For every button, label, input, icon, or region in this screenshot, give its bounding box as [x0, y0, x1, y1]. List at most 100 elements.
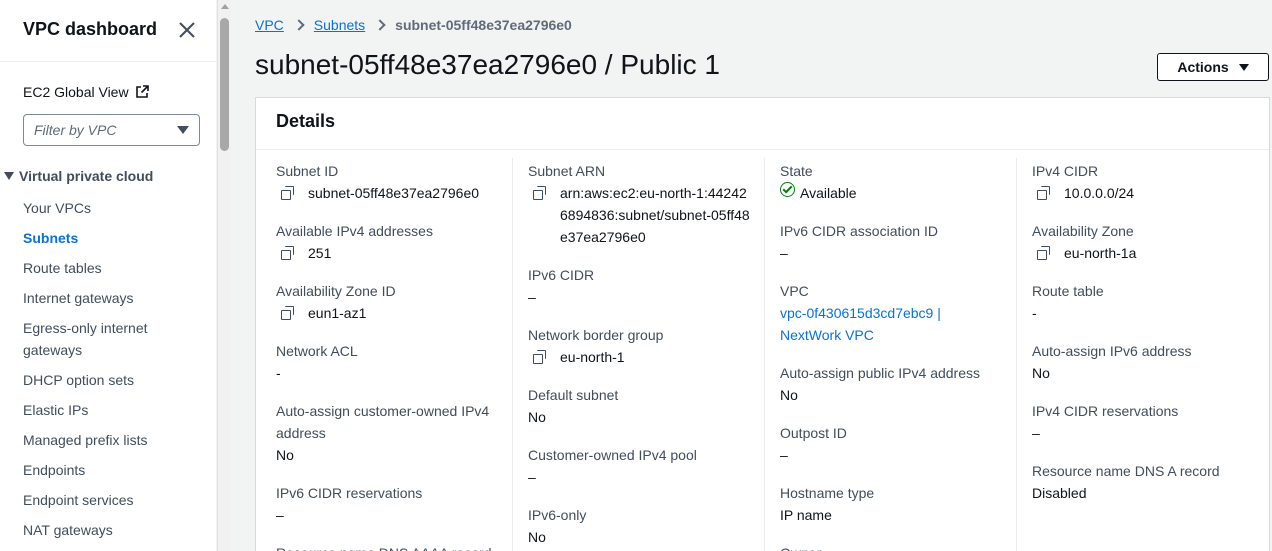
field-value: No — [276, 447, 294, 463]
field-ipv6-cidr-reservations: IPv6 CIDR reservations – — [276, 482, 506, 526]
field-value: eu-north-1a — [1064, 245, 1137, 261]
sidebar-item-managed-prefix-lists[interactable]: Managed prefix lists — [23, 429, 173, 451]
field-label: Resource name DNS A record — [1032, 463, 1220, 479]
field-value-row: 10.0.0.0/24 — [1032, 182, 1262, 204]
field-value: - — [1032, 305, 1037, 321]
field-value: No — [528, 529, 546, 545]
sidebar-item-dhcp-option-sets[interactable]: DHCP option sets — [23, 369, 173, 391]
field-value: arn:aws:ec2:eu-north-1:442426894836:subn… — [560, 185, 750, 245]
field-value-row: eu-north-1 — [528, 346, 758, 368]
sidebar-item-your-vpcs[interactable]: Your VPCs — [23, 197, 173, 219]
field-label: Auto-assign IPv6 address — [1032, 343, 1192, 359]
section-toggle-virtual-private-cloud[interactable]: Virtual private cloud — [4, 168, 153, 184]
breadcrumb-current: subnet-05ff48e37ea2796e0 — [395, 17, 572, 33]
field-label: Outpost ID — [780, 425, 847, 441]
field-state: State Available — [780, 160, 1010, 204]
copy-icon[interactable] — [281, 246, 295, 260]
field-owner: Owner — [780, 542, 1010, 551]
field-value: – — [528, 289, 536, 305]
details-header: Details — [256, 98, 1269, 150]
field-ipv6-cidr-association-id: IPv6 CIDR association ID – — [780, 220, 1010, 264]
sidebar-item-endpoints[interactable]: Endpoints — [23, 459, 173, 481]
field-label: Owner — [780, 542, 1010, 551]
field-label: Hostname type — [780, 485, 875, 501]
copy-icon[interactable] — [533, 350, 547, 364]
page-title: subnet-05ff48e37ea2796e0 / Public 1 — [255, 49, 720, 80]
field-subnet-id: Subnet ID subnet-05ff48e37ea2796e0 — [276, 160, 506, 204]
field-label: Network border group — [528, 327, 664, 343]
field-vpc: VPC vpc-0f430615d3cd7ebc9 | NextWork VPC — [780, 280, 980, 346]
sidebar-title: VPC dashboard — [23, 19, 158, 39]
field-label: IPv6-only — [528, 507, 587, 523]
breadcrumb-vpc[interactable]: VPC — [255, 17, 284, 33]
copy-icon[interactable] — [281, 306, 295, 320]
scrollbar-thumb[interactable] — [220, 18, 229, 151]
chevron-right-icon — [374, 19, 386, 31]
field-value-row: 251 — [276, 242, 506, 264]
copy-icon[interactable] — [1037, 246, 1051, 260]
field-default-subnet: Default subnet No — [528, 384, 758, 428]
external-link-icon — [135, 85, 149, 98]
field-resource-name-dns-aaaa: Resource name DNS AAAA record — [276, 542, 506, 551]
details-panel: Details Subnet ID subnet-05ff48e37ea2796… — [255, 97, 1270, 551]
sidebar-item-egress-only-internet-gateways[interactable]: Egress-only internet gateways — [23, 317, 173, 361]
field-label: State — [780, 163, 813, 179]
field-label: Route table — [1032, 283, 1104, 299]
field-outpost-id: Outpost ID – — [780, 422, 1010, 466]
field-label: Subnet ID — [276, 163, 339, 179]
field-label: Customer-owned IPv4 pool — [528, 447, 697, 463]
scroll-up-arrow-icon[interactable] — [221, 4, 229, 9]
field-label: VPC — [780, 283, 809, 299]
field-customer-owned-ipv4-pool: Customer-owned IPv4 pool – — [528, 444, 758, 488]
sidebar-scrollbar[interactable] — [217, 0, 231, 551]
status-badge: Available — [780, 182, 1010, 204]
section-label: Virtual private cloud — [19, 168, 154, 184]
sidebar-item-endpoint-services[interactable]: Endpoint services — [23, 489, 173, 511]
field-value-row: subnet-05ff48e37ea2796e0 — [276, 182, 506, 204]
field-hostname-type: Hostname type IP name — [780, 482, 1010, 526]
field-value: eun1-az1 — [308, 305, 367, 321]
field-value: 251 — [308, 245, 332, 261]
sidebar-item-subnets[interactable]: Subnets — [23, 227, 173, 249]
field-ipv6-cidr: IPv6 CIDR – — [528, 264, 758, 308]
field-label: IPv6 CIDR association ID — [780, 223, 938, 239]
field-value-row: eun1-az1 — [276, 302, 506, 324]
sidebar-item-internet-gateways[interactable]: Internet gateways — [23, 287, 173, 309]
field-value: 10.0.0.0/24 — [1064, 185, 1135, 201]
sidebar-item-elastic-ips[interactable]: Elastic IPs — [23, 399, 173, 421]
field-ipv4-cidr-reservations: IPv4 CIDR reservations – — [1032, 400, 1262, 444]
filter-by-vpc-placeholder: Filter by VPC — [34, 122, 117, 138]
actions-button-label: Actions — [1177, 59, 1229, 75]
column-divider — [1016, 158, 1017, 551]
field-network-acl: Network ACL - — [276, 340, 506, 384]
field-label: Availability Zone ID — [276, 283, 396, 299]
caret-down-icon — [4, 172, 14, 180]
field-value: No — [780, 387, 798, 403]
field-value: IP name — [780, 507, 832, 523]
sidebar-item-nat-gateways[interactable]: NAT gateways — [23, 519, 173, 541]
field-value: eu-north-1 — [560, 349, 625, 365]
field-auto-assign-customer-owned-ipv4: Auto-assign customer-owned IPv4 address … — [276, 400, 506, 466]
field-label: Auto-assign customer-owned IPv4 address — [276, 403, 490, 441]
filter-by-vpc-select[interactable]: Filter by VPC — [23, 114, 200, 146]
copy-icon[interactable] — [1037, 186, 1051, 200]
column-divider — [764, 158, 765, 551]
field-value: – — [780, 245, 788, 261]
actions-button[interactable]: Actions — [1157, 53, 1269, 81]
close-icon[interactable] — [177, 20, 197, 40]
copy-icon[interactable] — [533, 186, 547, 200]
field-auto-assign-public-ipv4: Auto-assign public IPv4 address No — [780, 362, 1010, 406]
field-ipv4-cidr: IPv4 CIDR 10.0.0.0/24 — [1032, 160, 1262, 204]
field-label: IPv6 CIDR — [528, 267, 595, 283]
ec2-global-view-link[interactable]: EC2 Global View — [23, 84, 149, 100]
field-network-border-group: Network border group eu-north-1 — [528, 324, 758, 368]
copy-icon[interactable] — [281, 186, 295, 200]
check-circle-icon — [780, 182, 795, 197]
sidebar-item-route-tables[interactable]: Route tables — [23, 257, 173, 279]
field-value-row: arn:aws:ec2:eu-north-1:442426894836:subn… — [528, 182, 753, 248]
vpc-link[interactable]: vpc-0f430615d3cd7ebc9 | NextWork VPC — [780, 302, 980, 346]
field-label: IPv6 CIDR reservations — [276, 485, 423, 501]
field-label: IPv4 CIDR — [1032, 163, 1099, 179]
sidebar-divider — [0, 61, 216, 62]
breadcrumb-subnets[interactable]: Subnets — [314, 17, 365, 33]
